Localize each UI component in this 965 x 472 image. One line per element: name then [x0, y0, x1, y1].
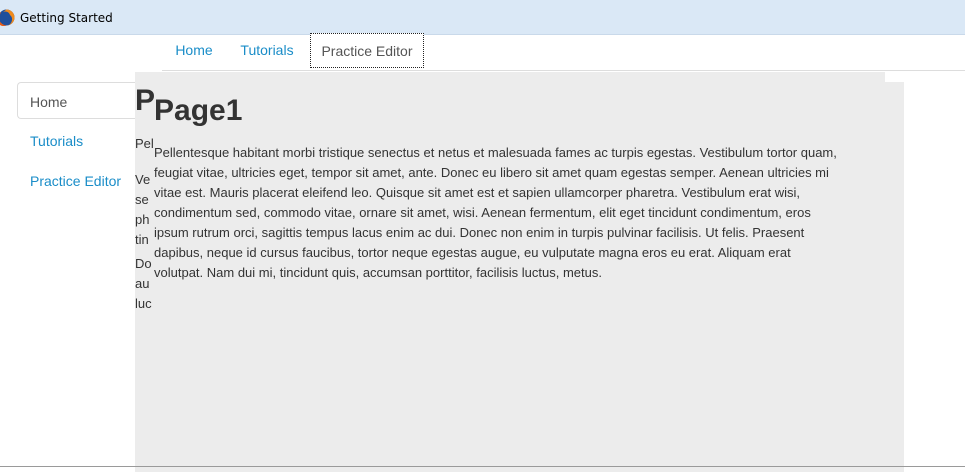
firefox-icon	[0, 9, 15, 26]
side-nav-practice-editor[interactable]: Practice Editor	[30, 173, 121, 189]
underlying-text-line: se	[135, 192, 149, 207]
top-tab-tutorials[interactable]: Tutorials	[226, 32, 308, 69]
window-bottom-border	[0, 466, 965, 467]
paragraph-line: condimentum sed, commodo vitae, ornare s…	[154, 205, 811, 220]
underlying-text-line: Ve	[135, 172, 151, 187]
underlying-text-line: luc	[135, 296, 152, 311]
page-title: Page1	[154, 94, 243, 127]
side-nav-tutorials[interactable]: Tutorials	[30, 133, 83, 149]
paragraph-line: Pellentesque habitant morbi tristique se…	[154, 145, 837, 160]
top-tab-practice-editor[interactable]: Practice Editor	[310, 33, 424, 68]
underlying-text-line: ph	[135, 212, 150, 227]
underlying-text-line: au	[135, 276, 150, 291]
paragraph-line: volutpat. Nam dui mi, tincidunt quis, ac…	[154, 265, 602, 280]
underlying-text-line: tin	[135, 232, 149, 247]
underlying-text-line: Do	[135, 256, 152, 271]
paragraph-line: dapibus, neque id cursus faucibus, torto…	[154, 245, 791, 260]
underlying-heading: P	[135, 84, 155, 117]
window-title: Getting Started	[20, 11, 113, 25]
paragraph-line: feugiat vitae, ultricies eget, tempor si…	[154, 165, 829, 180]
side-nav-home-label: Home	[30, 94, 68, 110]
top-navigation: Home Tutorials Practice Editor	[162, 32, 965, 71]
window-title-bar: Getting Started	[0, 0, 965, 35]
top-tab-home[interactable]: Home	[162, 32, 226, 69]
underlying-text-line: Pel	[135, 136, 154, 151]
paragraph-line: ipsum rutrum orci, sagittis tempus lacus…	[154, 225, 805, 240]
paragraph-line: vitae est. Mauris placerat eleifend leo.…	[154, 185, 800, 200]
underlying-content: P Pel Ve se ph tin Do au luc	[135, 84, 155, 314]
